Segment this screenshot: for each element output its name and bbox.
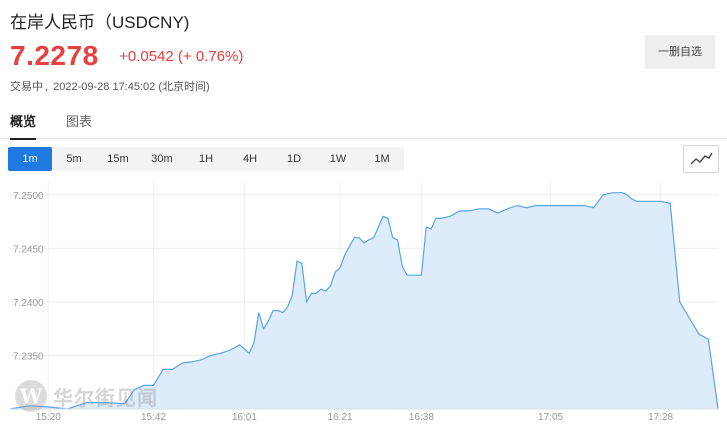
remove-watchlist-button[interactable]: 一删自选: [645, 35, 715, 69]
watermark-logo: W: [15, 380, 47, 412]
y-tick-label: 7.2450: [13, 244, 44, 255]
period-1w[interactable]: 1W: [316, 147, 360, 171]
period-1mo[interactable]: 1M: [360, 147, 404, 171]
period-5m[interactable]: 5m: [52, 147, 96, 171]
y-tick-label: 7.2500: [13, 191, 44, 202]
trading-status-row: 交易中, 2022-09-28 17:45:02 (北京时间): [10, 81, 210, 93]
period-4h[interactable]: 4H: [228, 147, 272, 171]
series-area: [10, 192, 718, 409]
x-tick-label: 16:01: [232, 412, 257, 423]
tab-chart[interactable]: 图表: [66, 111, 92, 138]
x-tick-label: 16:38: [409, 412, 434, 423]
tab-bar: 概览 图表: [0, 104, 727, 140]
x-tick-label: 15:42: [141, 412, 166, 423]
watermark-text: 华尔街见闻: [53, 385, 158, 410]
period-selector: 1m 5m 15m 30m 1H 4H 1D 1W 1M: [8, 147, 404, 171]
y-tick-label: 7.2350: [13, 351, 44, 362]
period-15m[interactable]: 15m: [96, 147, 140, 171]
price-row: 7.2278 +0.0542 (+ 0.76%): [10, 40, 243, 74]
line-chart-icon: [690, 152, 713, 165]
current-price: 7.2278: [10, 40, 99, 71]
trading-status: 交易中: [10, 81, 43, 93]
x-tick-label: 15:20: [36, 412, 61, 423]
x-tick-label: 16:21: [328, 412, 353, 423]
period-1h[interactable]: 1H: [184, 147, 228, 171]
x-tick-label: 17:05: [538, 412, 563, 423]
chart-type-button[interactable]: [683, 145, 719, 173]
x-tick-label: 17:28: [648, 412, 673, 423]
period-1m[interactable]: 1m: [8, 147, 52, 171]
y-tick-label: 7.2400: [13, 298, 44, 309]
tab-overview[interactable]: 概览: [10, 111, 37, 140]
timestamp: 2022-09-28 17:45:02 (北京时间): [53, 81, 210, 93]
price-change: +0.0542 (+ 0.76%): [119, 47, 244, 65]
instrument-title: 在岸人民币（USDCNY): [10, 13, 190, 32]
period-30m[interactable]: 30m: [140, 147, 184, 171]
watermark: W 华尔街见闻: [15, 380, 158, 412]
period-1d[interactable]: 1D: [272, 147, 316, 171]
